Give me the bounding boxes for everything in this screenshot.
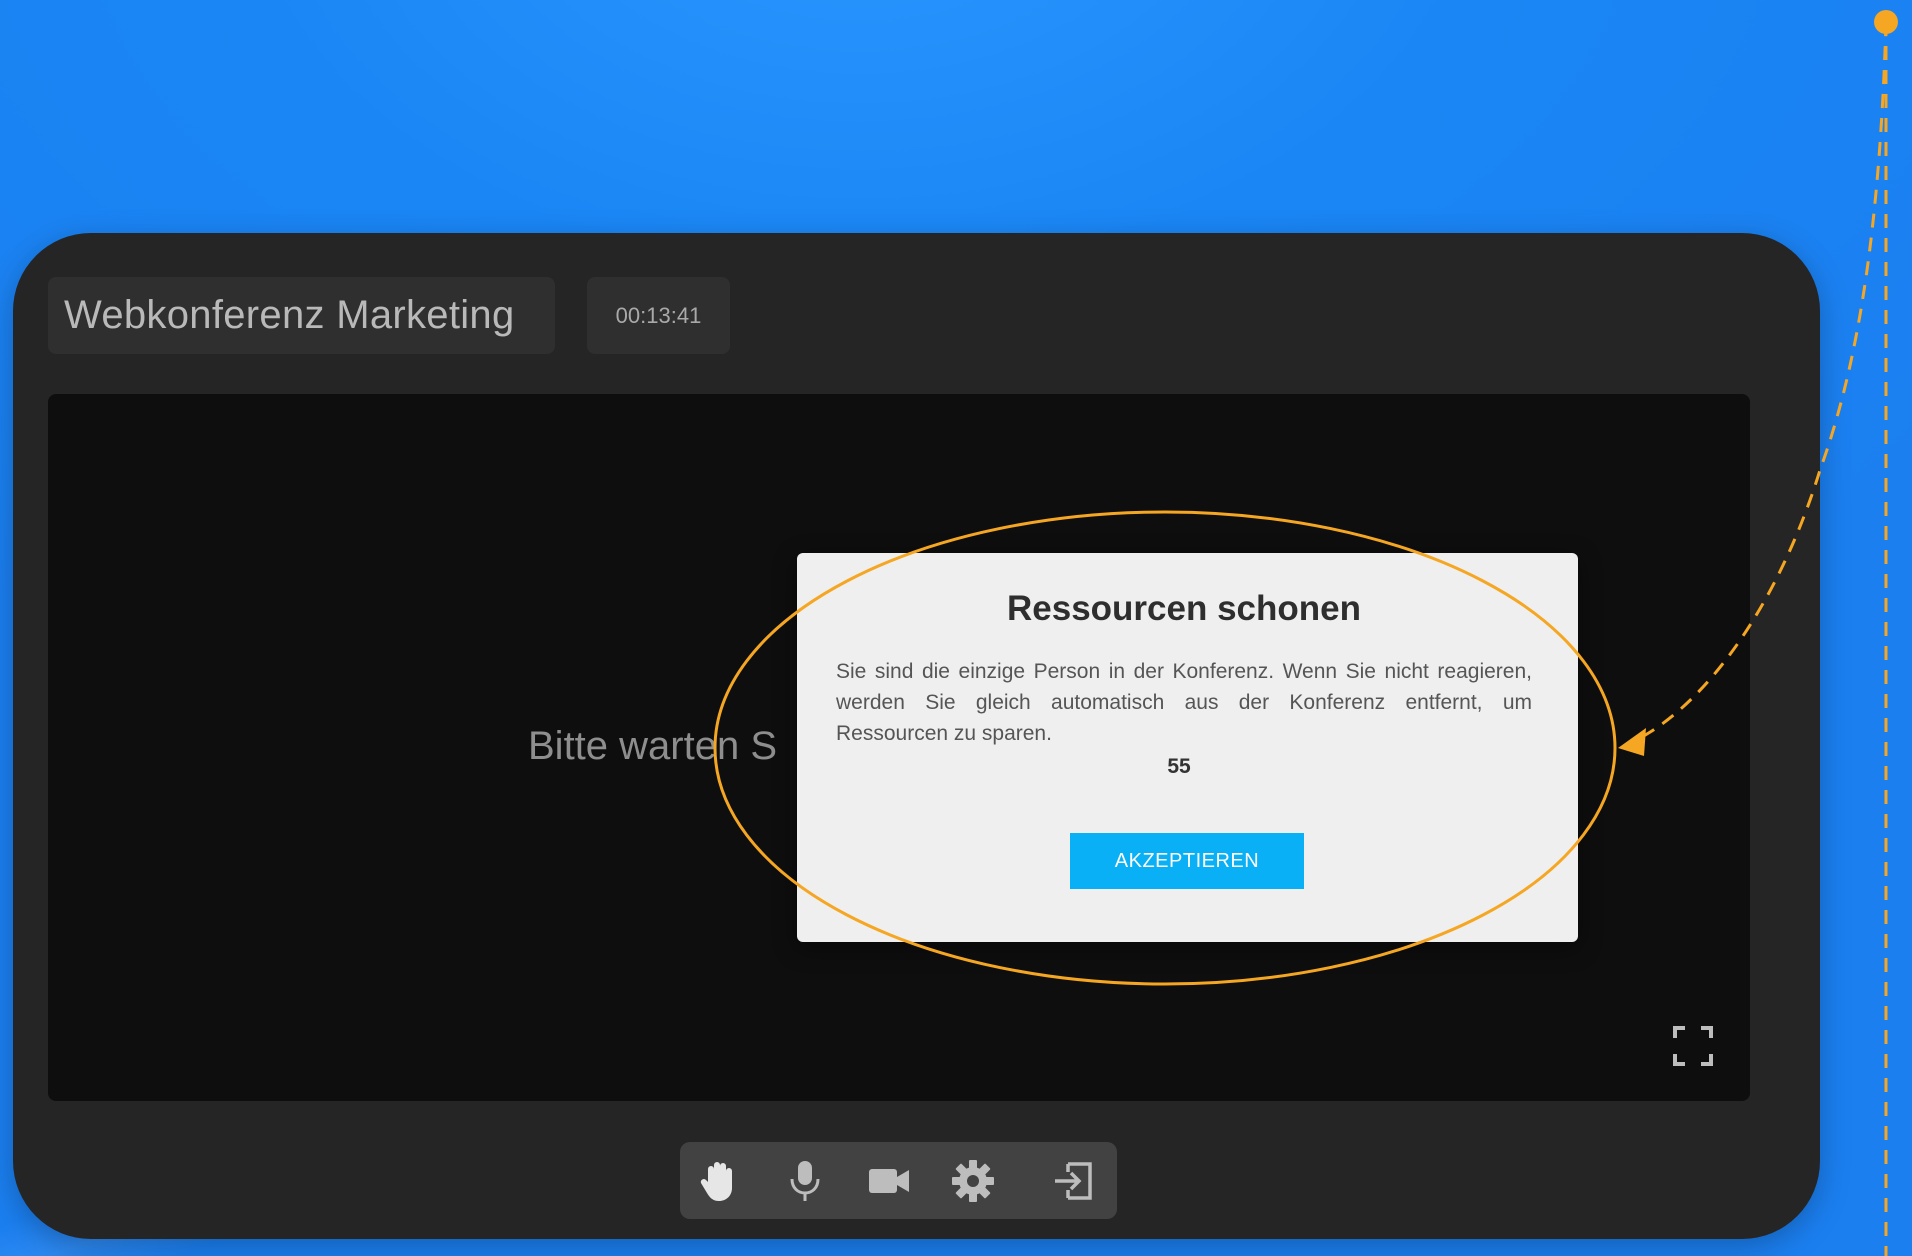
waiting-message: Bitte warten S <box>528 724 778 768</box>
countdown-value: 55 <box>1167 755 1191 778</box>
raise-hand-icon[interactable] <box>684 1142 754 1219</box>
dialog-title: Ressourcen schonen <box>1007 589 1361 628</box>
conference-title: Webkonferenz Marketing <box>48 277 555 354</box>
leave-icon[interactable] <box>1038 1142 1108 1219</box>
accept-button[interactable]: AKZEPTIEREN <box>1070 833 1304 889</box>
fullscreen-icon[interactable] <box>1673 1026 1713 1066</box>
microphone-icon[interactable] <box>770 1142 840 1219</box>
timer-text: 00:13:41 <box>615 302 702 328</box>
camera-icon[interactable] <box>854 1142 924 1219</box>
control-toolbar <box>680 1142 1117 1219</box>
resource-dialog: Ressourcen schonen Sie sind die einzige … <box>797 553 1578 942</box>
conference-title-text: Webkonferenz Marketing <box>64 293 515 337</box>
dialog-message: Sie sind die einzige Person in der Konfe… <box>836 660 1532 745</box>
annotation-dot <box>1874 10 1898 34</box>
gear-icon[interactable] <box>938 1142 1008 1219</box>
conference-timer: 00:13:41 <box>587 277 730 354</box>
